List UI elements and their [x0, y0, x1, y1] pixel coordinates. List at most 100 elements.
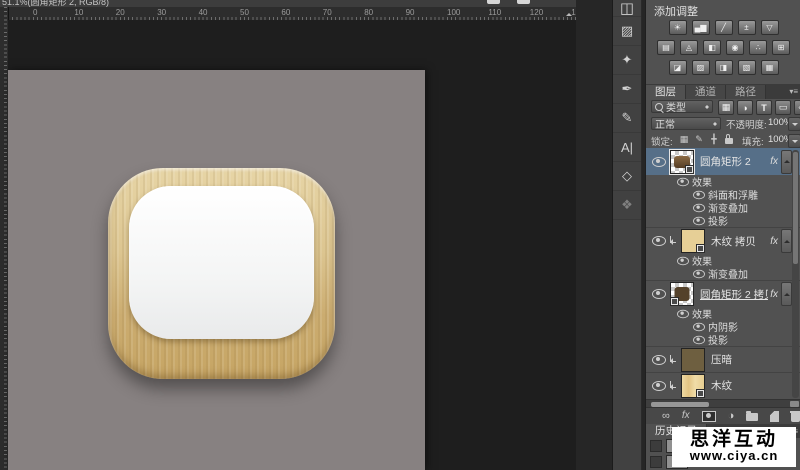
layers-panel-tabbar: 图层 通道 路径 ▾≡: [646, 84, 800, 99]
ruler-number: 50: [240, 8, 249, 17]
effect-row[interactable]: 投影: [646, 214, 800, 227]
panel-menu-icon[interactable]: ▾≡: [789, 87, 798, 96]
3d-panel-icon[interactable]: ◇: [613, 162, 641, 191]
new-adjustment-layer-icon[interactable]: ◑: [728, 411, 735, 422]
delete-layer-icon[interactable]: [791, 411, 800, 422]
layer-row[interactable]: 压暗: [646, 346, 800, 372]
layer-fx-badge: fx: [770, 236, 778, 247]
visibility-eye-icon[interactable]: [677, 309, 689, 318]
selective-color-icon[interactable]: ▦: [761, 60, 779, 75]
posterize-icon[interactable]: ▨: [692, 60, 710, 75]
layer-thumbnail[interactable]: [681, 374, 705, 398]
visibility-eye-icon[interactable]: [652, 381, 666, 391]
hue-saturation-icon[interactable]: ▤: [657, 40, 675, 55]
filter-adjustment-layers-icon[interactable]: ◑: [737, 100, 753, 115]
visibility-eye-icon[interactable]: [693, 216, 705, 225]
watermark-url: www.ciya.cn: [690, 449, 779, 463]
visibility-eye-icon[interactable]: [677, 177, 689, 186]
window-control-button[interactable]: [517, 0, 530, 4]
add-layer-mask-icon[interactable]: [702, 411, 716, 422]
pasteboard: [8, 20, 576, 470]
canvas-document[interactable]: [8, 70, 425, 470]
layer-row[interactable]: 木纹 拷贝fx: [646, 227, 800, 254]
color-lookup-icon[interactable]: ⊞: [772, 40, 790, 55]
filter-type-layers-icon[interactable]: T: [756, 100, 772, 115]
window-control-button[interactable]: [487, 0, 500, 4]
tab-channels[interactable]: 通道: [686, 85, 726, 99]
lock-transparent-pixels-icon[interactable]: ▦: [678, 133, 690, 145]
layer-thumbnail[interactable]: [681, 229, 705, 253]
visibility-eye-icon[interactable]: [652, 289, 666, 299]
vibrance-icon[interactable]: ▽: [761, 20, 779, 35]
effect-row[interactable]: 投影: [646, 333, 800, 346]
levels-icon[interactable]: ▄▆: [692, 20, 710, 35]
styles-panel-icon[interactable]: ✎: [613, 104, 641, 133]
horizontal-ruler[interactable]: 0102030405060708090100110120130: [8, 7, 576, 21]
visibility-eye-icon[interactable]: [693, 203, 705, 212]
filter-smart-objects-icon[interactable]: ◈: [794, 100, 800, 115]
watermark-text: 思洋互动: [690, 430, 778, 449]
channel-mixer-icon[interactable]: ∴: [749, 40, 767, 55]
exposure-icon[interactable]: ±: [738, 20, 756, 35]
visibility-eye-icon[interactable]: [693, 322, 705, 331]
layers-vertical-scrollbar[interactable]: [792, 150, 799, 398]
paragraph-panel-icon[interactable]: ▨: [613, 17, 641, 46]
collapse-effects-button[interactable]: [781, 282, 792, 306]
new-group-icon[interactable]: [746, 411, 758, 421]
collapse-effects-button[interactable]: [781, 229, 792, 253]
brush-panel-icon[interactable]: ✒: [613, 75, 641, 104]
layer-thumbnail[interactable]: [670, 150, 694, 174]
layer-style-icon[interactable]: fx: [682, 411, 690, 421]
effect-row[interactable]: 渐变叠加: [646, 267, 800, 280]
photo-filter-icon[interactable]: ◉: [726, 40, 744, 55]
curves-icon[interactable]: ╱: [715, 20, 733, 35]
layer-name[interactable]: 木纹 拷贝: [711, 234, 768, 249]
history-source-checkbox[interactable]: [650, 456, 662, 468]
visibility-eye-icon[interactable]: [677, 256, 689, 265]
layer-filter-type-select[interactable]: 类型: [651, 100, 713, 113]
collapse-effects-button[interactable]: [781, 150, 792, 174]
lock-position-icon[interactable]: ╋: [708, 133, 720, 145]
black-white-icon[interactable]: ◧: [703, 40, 721, 55]
adjustments-panel: 添加调整 ☀▄▆╱±▽ ▤◬◧◉∴⊞ ◪▨◨▧▦: [646, 0, 800, 85]
lock-image-pixels-icon[interactable]: ✎: [693, 133, 705, 145]
link-layers-icon[interactable]: ∞: [662, 411, 670, 422]
swatches-panel-icon[interactable]: ✦: [613, 46, 641, 75]
visibility-eye-icon[interactable]: [652, 355, 666, 365]
layer-row[interactable]: 圆角矩形 2fx: [646, 148, 800, 175]
new-layer-icon[interactable]: [770, 411, 779, 422]
filter-shape-layers-icon[interactable]: ▭: [775, 100, 791, 115]
visibility-eye-icon[interactable]: [652, 236, 666, 246]
brightness-contrast-icon[interactable]: ☀: [669, 20, 687, 35]
blend-mode-select[interactable]: 正常: [651, 117, 721, 130]
layer-thumbnail[interactable]: [670, 282, 694, 306]
layer-name[interactable]: 圆角矩形 2: [700, 154, 768, 169]
ruler-number: 30: [157, 8, 166, 17]
invert-icon[interactable]: ◪: [669, 60, 687, 75]
layer-row[interactable]: 圆角矩形 2 拷贝fx: [646, 280, 800, 307]
fill-dropdown-icon[interactable]: [788, 134, 800, 148]
visibility-eye-icon[interactable]: [693, 190, 705, 199]
color-balance-icon[interactable]: ◬: [680, 40, 698, 55]
visibility-eye-icon[interactable]: [652, 157, 666, 167]
history-source-checkbox[interactable]: [650, 440, 662, 452]
gradient-map-icon[interactable]: ▧: [738, 60, 756, 75]
lock-all-icon[interactable]: [723, 133, 735, 145]
character-panel-icon[interactable]: A|: [613, 133, 641, 162]
tab-paths[interactable]: 路径: [726, 85, 766, 99]
threshold-icon[interactable]: ◨: [715, 60, 733, 75]
layer-row[interactable]: 木纹: [646, 372, 800, 398]
clone-source-panel-icon[interactable]: ◫: [613, 0, 641, 17]
layer-name[interactable]: 压暗: [711, 352, 800, 367]
layer-name[interactable]: 圆角矩形 2 拷贝: [700, 287, 768, 302]
effect-name: 渐变叠加: [708, 266, 748, 281]
visibility-eye-icon[interactable]: [693, 335, 705, 344]
layer-name[interactable]: 木纹: [711, 378, 800, 393]
tab-layers[interactable]: 图层: [646, 85, 686, 99]
filter-pixel-layers-icon[interactable]: ▦: [718, 100, 734, 115]
layer-filter-type-label: 类型: [666, 99, 686, 114]
visibility-eye-icon[interactable]: [693, 269, 705, 278]
sync-settings-panel-icon[interactable]: ❖: [613, 191, 641, 220]
opacity-dropdown-icon[interactable]: [788, 117, 800, 131]
layer-thumbnail[interactable]: [681, 348, 705, 372]
